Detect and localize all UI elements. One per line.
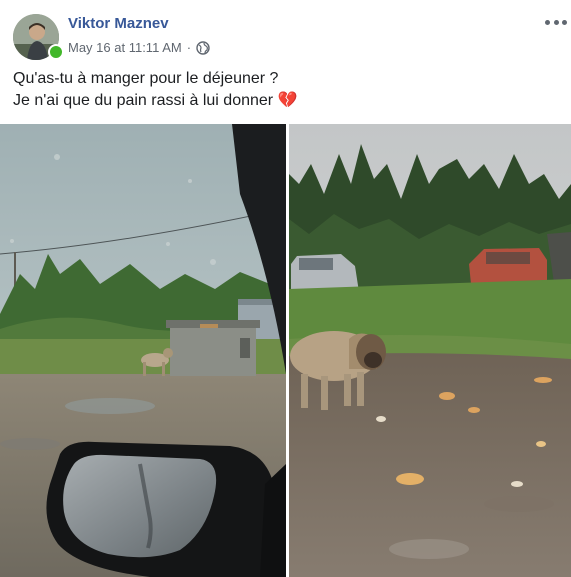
globe-icon[interactable]: [196, 40, 210, 55]
more-options-button[interactable]: [545, 12, 567, 32]
post-message-line: Qu'as-tu à manger pour le déjeuner ?: [13, 70, 279, 87]
facebook-post: Viktor Maznev May 16 at 11:11 AM · Qu'as…: [0, 0, 571, 577]
author-name-link[interactable]: Viktor Maznev: [68, 15, 169, 32]
post-message-line: Je n'ai que du pain rassi à lui donner: [13, 92, 274, 109]
meta-separator: ·: [186, 40, 192, 55]
more-options-icon-dot: [553, 19, 559, 25]
post-meta: May 16 at 11:11 AM ·: [68, 40, 210, 55]
broken-heart-emoji: 💔: [277, 92, 298, 109]
online-status-indicator: [48, 44, 64, 60]
post-timestamp[interactable]: May 16 at 11:11 AM: [68, 40, 182, 55]
more-options-icon-dot: [562, 19, 567, 25]
photo-dog-with-bread[interactable]: [289, 124, 571, 577]
photo-dog-by-dumpster[interactable]: [0, 124, 286, 577]
post-message: Qu'as-tu à manger pour le déjeuner ? Je …: [13, 68, 553, 112]
more-options-icon-dot: [545, 19, 550, 25]
